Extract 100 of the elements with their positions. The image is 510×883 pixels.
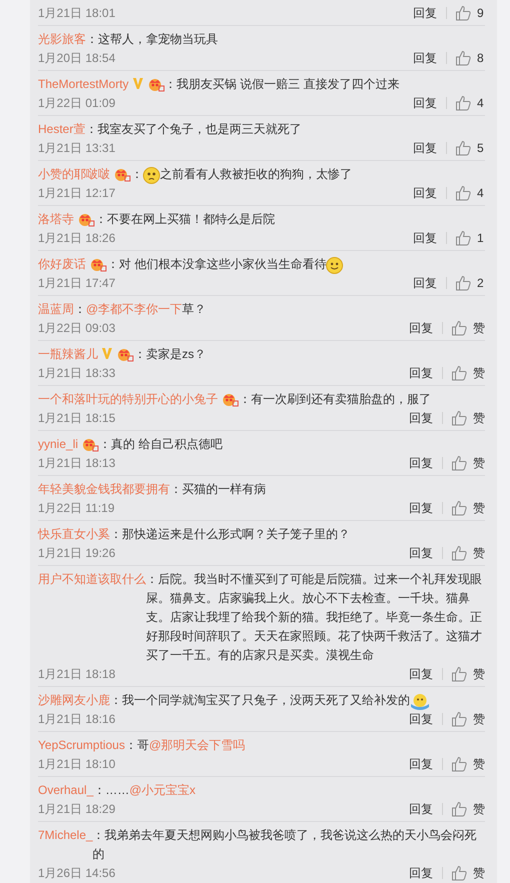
crown-badge-icon (81, 437, 100, 452)
comment-text: ：不要在网上买猫！都特么是后院 (95, 211, 275, 228)
comment-text: ： (131, 166, 143, 183)
reply-link[interactable]: 回复 (409, 410, 433, 426)
like-button[interactable]: 1 (455, 230, 485, 246)
like-button[interactable]: 8 (455, 50, 485, 66)
comment-time: 1月22日 11:19 (38, 500, 114, 516)
comment-text: ：哥 (124, 737, 149, 754)
thumbs-up-icon (455, 5, 472, 21)
verified-v-icon (132, 77, 144, 90)
thumbs-up-icon (451, 801, 468, 817)
thumbs-up-icon (455, 275, 472, 291)
comment-text: ：有一次刷到还有卖猫胎盘的，服了 (239, 391, 431, 408)
comment-text: ：我室友买了个兔子，也是两三天就死了 (85, 121, 302, 138)
thumbs-up-icon (451, 455, 468, 471)
comment-time: 1月21日 18:13 (38, 454, 116, 472)
comment-time: 1月26日 14:56 (38, 864, 116, 882)
like-button[interactable]: 赞 (451, 544, 485, 562)
reply-link[interactable]: 回复 (409, 756, 433, 772)
comment-time: 1月21日 18:15 (38, 410, 116, 426)
like-button[interactable]: 9 (455, 5, 485, 21)
comment-text: ：真的 给自己积点德吧 (99, 436, 222, 453)
reply-link[interactable]: 回复 (409, 666, 433, 682)
comment-time: 1月21日 12:17 (38, 184, 116, 202)
crown-badge-icon (113, 167, 131, 182)
comment-time: 1月21日 18:33 (38, 364, 116, 382)
thumbs-up-icon (451, 320, 468, 336)
reply-link[interactable]: 回复 (409, 544, 433, 562)
like-button[interactable]: 2 (455, 275, 485, 291)
reply-link[interactable]: 回复 (409, 500, 433, 516)
comment-time: 1月21日 18:29 (38, 800, 116, 818)
like-button[interactable]: 赞 (451, 666, 485, 682)
comment-text: ：…… (93, 782, 130, 799)
thumbs-up-icon (451, 500, 468, 516)
comment-text: ：买猫的一样有病 (170, 481, 266, 498)
thumbs-up-icon (455, 95, 472, 111)
comment-text: ： (74, 301, 86, 318)
comment-text: ：我朋友买锅 说假一赔三 直接发了四个过来 (164, 76, 400, 93)
thumbs-up-icon (455, 230, 472, 246)
reply-link[interactable]: 回复 (413, 4, 437, 22)
comment-text: 草？ (182, 301, 206, 318)
reply-link[interactable]: 回复 (409, 364, 433, 382)
comment-text: ：我弟弟去年夏天想网购小鸟被我爸喷了，我爸说这么热的天小鸟会闷死的 (92, 827, 478, 863)
crown-badge-icon (89, 257, 107, 272)
like-button[interactable]: 赞 (451, 710, 485, 728)
reply-link[interactable]: 回复 (409, 710, 433, 728)
comment-text: 之前看有人救被拒收的狗狗，太惨了 (160, 166, 352, 183)
comment-text: ：我一个同学就淘宝买了只兔子，没两天死了又给补发的 (110, 692, 410, 709)
crown-badge-icon (221, 392, 239, 407)
like-button[interactable]: 赞 (451, 800, 485, 818)
comment-time: 1月22日 01:09 (38, 94, 116, 112)
comment-time: 1月21日 18:18 (38, 666, 116, 682)
like-button[interactable]: 赞 (451, 364, 485, 382)
comment-time: 1月22日 09:03 (38, 320, 116, 336)
comment-text: ：后院。我当时不懂买到了可能是后院猫。过来一个礼拜发现眼屎。猫鼻支。店家骗我上火。放心不下去检查。一千块。猫鼻支。店家让我埋了给我个新的猫。我拒绝了。毕竟一条生命。正好那段时间辞职了。天天在家照顾。花了快两千救活了。这猫才买了一千五。有的店家只是买卖。漠视生命 (146, 571, 483, 664)
thumbs-up-icon (455, 50, 472, 66)
reply-link[interactable]: 回复 (413, 230, 437, 246)
hugging-face-icon (410, 693, 430, 710)
reply-link[interactable]: 回复 (413, 274, 437, 292)
verified-v-icon (101, 347, 113, 360)
reply-link[interactable]: 回复 (409, 320, 433, 336)
comment-time: 1月21日 18:26 (38, 230, 116, 246)
comment-text: ：卖家是zs？ (134, 346, 206, 363)
like-button[interactable]: 5 (455, 140, 485, 156)
crown-badge-icon (77, 212, 95, 227)
like-button[interactable]: 赞 (451, 500, 485, 516)
reply-link[interactable]: 回复 (413, 140, 437, 156)
crown-badge-icon (116, 347, 134, 362)
reply-link[interactable]: 回复 (409, 864, 433, 882)
reply-link[interactable]: 回复 (413, 50, 437, 66)
sad-face-icon (143, 167, 160, 184)
comment-time: 1月21日 13:31 (38, 140, 116, 156)
comment-text: ：这帮人，拿宠物当玩具 (86, 31, 218, 48)
comment-time: 1月21日 17:47 (38, 274, 116, 292)
comment-text: ：那快递运来是什么形式啊？关子笼子里的？ (110, 526, 350, 543)
reply-link[interactable]: 回复 (413, 184, 437, 202)
reply-link[interactable]: 回复 (409, 454, 433, 472)
thumbs-up-icon (451, 410, 468, 426)
like-button[interactable]: 赞 (451, 454, 485, 472)
thumbs-up-icon (451, 756, 468, 772)
thumbs-up-icon (451, 711, 468, 727)
comment-time: 1月21日 18:10 (38, 756, 116, 772)
comment-text: ：对 他们根本没拿这些小家伙当生命看待 (107, 256, 326, 273)
like-button[interactable]: 4 (455, 185, 485, 201)
like-button[interactable]: 赞 (451, 756, 485, 772)
crown-badge-icon (146, 77, 165, 92)
comment-time: 1月21日 18:16 (38, 710, 116, 728)
comment-time: 1月21日 19:26 (38, 544, 116, 562)
thumbs-up-icon (451, 545, 468, 561)
thumbs-up-icon (451, 865, 468, 881)
like-button[interactable]: 赞 (451, 410, 485, 426)
like-button[interactable]: 赞 (451, 864, 485, 882)
like-button[interactable]: 赞 (451, 320, 485, 336)
reply-link[interactable]: 回复 (413, 94, 437, 112)
thumbs-up-icon (451, 365, 468, 381)
like-button[interactable]: 4 (455, 95, 485, 111)
thumbs-up-icon (455, 140, 472, 156)
reply-link[interactable]: 回复 (409, 800, 433, 818)
thumbs-up-icon (451, 666, 468, 682)
comment-time: 1月21日 18:01 (38, 4, 116, 22)
